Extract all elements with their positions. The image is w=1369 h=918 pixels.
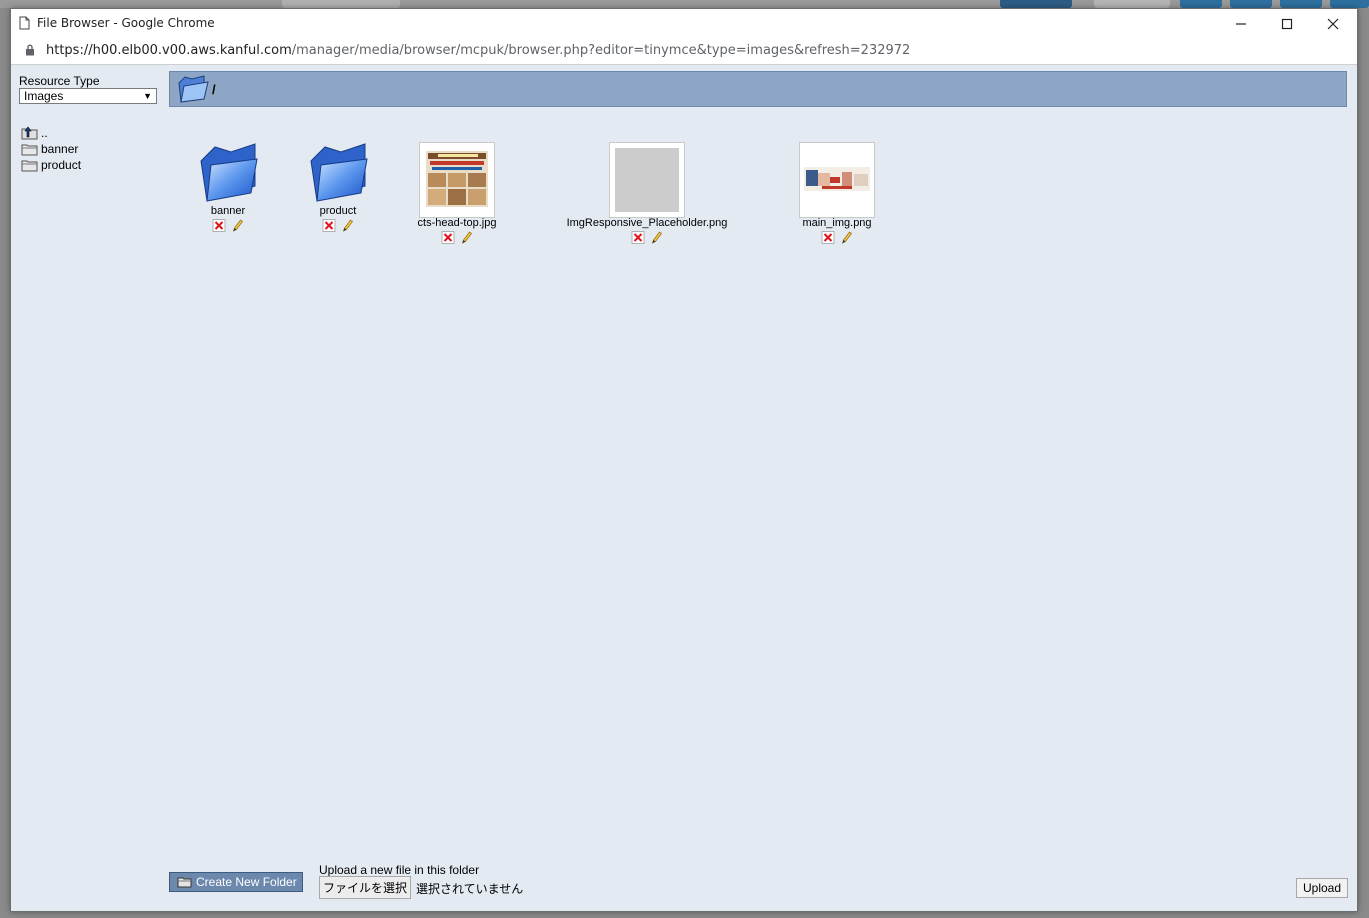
item-label: cts-head-top.jpg [417,217,497,229]
new-folder-icon [177,877,192,888]
address-bar[interactable]: https://h00.elb00.v00.aws.kanful.com/man… [11,38,1357,65]
choose-file-button[interactable]: ファイルを選択 [319,876,411,899]
rename-icon[interactable] [840,231,853,244]
open-folder-icon [177,74,209,107]
rename-icon[interactable] [341,219,354,232]
tree-item-label: product [41,158,82,172]
parent-folder-icon [21,126,38,140]
upload-button[interactable]: Upload [1296,878,1348,898]
tree-item-label: banner [41,142,79,156]
rename-icon[interactable] [650,231,663,244]
tree-item-label: .. [41,126,48,140]
create-new-folder-button[interactable]: Create New Folder [169,872,303,892]
tree-item-parent[interactable]: .. [21,125,81,141]
browser-content: Resource Type Images ▼ .. banner product… [11,65,1357,911]
background-button [1230,0,1272,8]
image-thumbnail [609,142,685,218]
thumbnail-image [615,148,679,212]
resource-type-value: Images [24,89,64,103]
thumbnail-image [426,151,488,207]
title-bar: File Browser - Google Chrome [11,9,1357,39]
background-button [1094,0,1170,8]
dropdown-arrow-icon: ▼ [143,91,152,101]
background-button [1280,0,1322,8]
item-label: banner [210,205,246,217]
resource-type-select[interactable]: Images ▼ [19,88,157,104]
tree-item-product[interactable]: product [21,157,81,173]
image-thumbnail [419,142,495,218]
item-label: ImgResponsive_Placeholder.png [566,217,728,229]
url-path: /manager/media/browser/mcpuk/browser.php… [291,43,911,58]
folder-icon [21,144,38,156]
background-button [1000,0,1072,8]
item-label: product [319,205,357,217]
page-icon [19,16,30,33]
tree-item-banner[interactable]: banner [21,141,81,157]
delete-icon[interactable] [821,231,835,244]
folder-tree: .. banner product [21,125,81,173]
item-actions [821,231,853,244]
item-label: main_img.png [802,217,872,229]
background-button [1330,0,1369,8]
folder-icon [310,143,368,202]
url-host: https://h00.elb00.v00.aws.kanful.com [46,43,292,58]
background-tab [282,0,400,8]
close-button[interactable] [1310,9,1356,38]
maximize-icon [1281,18,1293,29]
maximize-button[interactable] [1264,9,1310,38]
item-actions [322,219,354,232]
item-actions [631,231,663,244]
file-browser-window: File Browser - Google Chrome https://h00… [10,8,1358,912]
background-button [1180,0,1222,8]
rename-icon[interactable] [460,231,473,244]
image-thumbnail [799,142,875,218]
delete-icon[interactable] [631,231,645,244]
lock-icon [25,44,35,59]
rename-icon[interactable] [231,219,244,232]
upload-instructions: Upload a new file in this folder [319,863,480,877]
thumbnail-image [804,167,870,191]
current-path: / [212,82,216,97]
folder-icon [21,160,38,172]
minimize-button[interactable] [1218,9,1264,38]
current-path-bar: / [169,71,1347,107]
create-new-folder-label: Create New Folder [196,875,297,889]
minimize-icon [1236,22,1246,25]
no-file-selected-text: 選択されていません [416,882,524,896]
delete-icon[interactable] [441,231,455,244]
resource-type-label: Resource Type [19,74,100,88]
background-page [0,0,1369,8]
delete-icon[interactable] [212,219,226,232]
delete-icon[interactable] [322,219,336,232]
item-actions [441,231,473,244]
url-text[interactable]: https://h00.elb00.v00.aws.kanful.com/man… [46,43,910,58]
item-actions [212,219,244,232]
folder-icon [200,143,258,202]
close-icon [1327,18,1339,29]
window-title: File Browser - Google Chrome [37,16,215,30]
